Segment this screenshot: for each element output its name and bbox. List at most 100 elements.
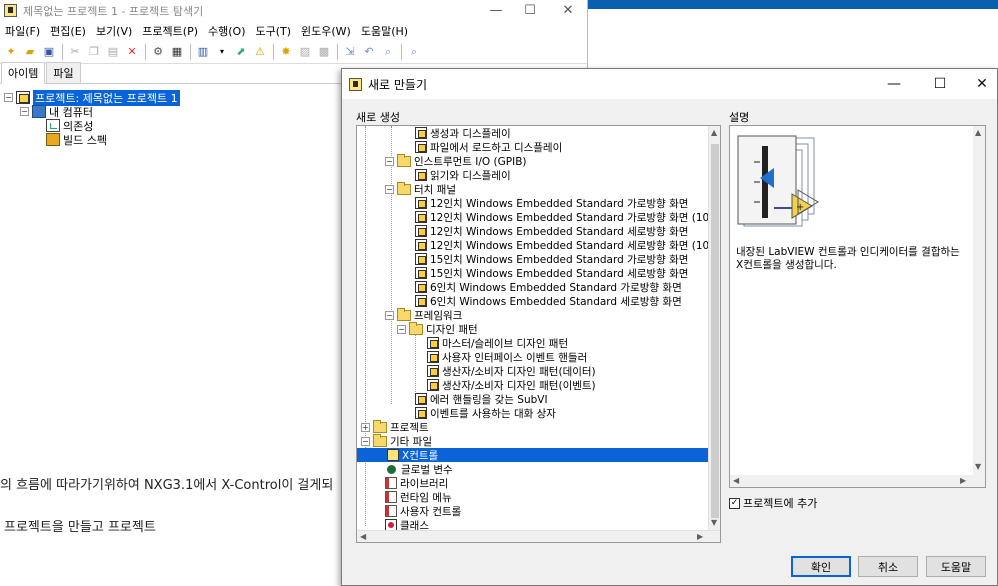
collapse-icon[interactable]: −	[385, 184, 394, 194]
folder-icon	[397, 307, 411, 321]
collapse-icon[interactable]: −	[20, 107, 29, 116]
save-icon[interactable]: ▣	[40, 43, 58, 61]
template-tree[interactable]: 생성과 디스플레이 파일에서 로드하고 디스플레이 − 인스트루먼트 I/O (G…	[356, 125, 721, 543]
tree-horizontal-scrollbar[interactable]: ◀ ▶	[357, 530, 720, 542]
labview-icon	[4, 4, 17, 17]
open-icon[interactable]: ▰	[21, 43, 39, 61]
collapse-icon[interactable]: −	[385, 156, 394, 166]
scroll-right-icon[interactable]: ▶	[697, 532, 703, 541]
cancel-button[interactable]: 취소	[858, 556, 918, 577]
tree-item-runtime-menu[interactable]: 런타임 메뉴	[385, 490, 452, 504]
scroll-right-icon[interactable]: ▶	[960, 476, 966, 485]
search-icon[interactable]: ⌕	[379, 43, 397, 61]
build-icon[interactable]: ⚙	[149, 43, 167, 61]
tree-item-xcontrol[interactable]: X컨트롤	[357, 448, 709, 462]
properties-icon[interactable]: ▨	[296, 43, 314, 61]
scroll-down-icon[interactable]: ▼	[711, 518, 717, 527]
scroll-down-icon[interactable]: ▼	[975, 462, 981, 471]
tab-items[interactable]: 아이템	[1, 62, 46, 84]
tree-folder[interactable]: − 기타 파일	[361, 433, 432, 448]
help-icon[interactable]: ⌕	[405, 43, 423, 61]
menu-view[interactable]: 보기(V)	[91, 23, 137, 39]
global-variable-icon	[387, 464, 396, 474]
menu-project[interactable]: 프로젝트(P)	[137, 23, 203, 39]
tree-item-vi[interactable]: 12인치 Windows Embedded Standard 가로방향 화면 (…	[415, 210, 709, 224]
vi-icon	[427, 379, 439, 391]
description-vertical-scrollbar[interactable]: ▲ ▼	[973, 126, 985, 475]
tree-vertical-scrollbar[interactable]: ▲ ▼	[708, 126, 720, 530]
expand-icon[interactable]: +	[361, 422, 370, 432]
tree-item-vi[interactable]: 읽기와 디스플레이	[415, 168, 511, 182]
tree-folder[interactable]: − 인스트루먼트 I/O (GPIB)	[385, 153, 527, 168]
tree-folder[interactable]: − 디자인 패턴	[397, 321, 478, 336]
tree-folder[interactable]: − 프레임워크	[385, 307, 462, 322]
vi-icon	[415, 211, 427, 223]
collapse-icon[interactable]: −	[361, 436, 370, 446]
collapse-icon[interactable]: −	[397, 324, 406, 334]
menu-operate[interactable]: 수행(O)	[203, 23, 250, 39]
dropdown-arrow-icon[interactable]: ▾	[213, 43, 231, 61]
tree-item-vi[interactable]: 6인치 Windows Embedded Standard 가로방향 화면	[415, 280, 682, 294]
tree-item-vi[interactable]: 생성과 디스플레이	[415, 126, 511, 140]
paste-icon[interactable]: ▤	[104, 43, 122, 61]
scrollbar-thumb[interactable]	[711, 144, 719, 518]
delete-icon[interactable]: ✕	[123, 43, 141, 61]
minimize-icon[interactable]: —	[871, 69, 917, 99]
filter-icon[interactable]: ▩	[315, 43, 333, 61]
menu-edit[interactable]: 편집(E)	[45, 23, 91, 39]
maximize-icon[interactable]: ☐	[917, 69, 963, 99]
tree-folder[interactable]: − 터치 패널	[385, 181, 456, 196]
vi-icon	[415, 295, 427, 307]
tree-item-vi[interactable]: 파일에서 로드하고 디스플레이	[415, 140, 562, 154]
tree-item-vi[interactable]: 이벤트를 사용하는 대화 상자	[415, 406, 556, 420]
scroll-left-icon[interactable]: ◀	[360, 532, 366, 541]
tree-item-vi[interactable]: 12인치 Windows Embedded Standard 세로방향 화면	[415, 224, 688, 238]
warning-icon[interactable]: ⚠	[251, 43, 269, 61]
tree-folder[interactable]: + 프로젝트	[361, 419, 429, 434]
menu-window[interactable]: 윈도우(W)	[296, 23, 356, 39]
tree-item-vi[interactable]: 15인치 Windows Embedded Standard 가로방향 화면	[415, 252, 688, 266]
tree-item-vi[interactable]: 12인치 Windows Embedded Standard 가로방향 화면	[415, 196, 688, 210]
tree-item-vi[interactable]: 6인치 Windows Embedded Standard 세로방향 화면	[415, 294, 682, 308]
description-horizontal-scrollbar[interactable]: ◀ ▶	[730, 475, 985, 487]
new-icon[interactable]: ✦	[2, 43, 20, 61]
tree-item-vi[interactable]: 생산자/소비자 디자인 패턴(데이터)	[427, 364, 596, 378]
background-text-line2: 프로젝트을 만들고 프로젝트	[4, 520, 156, 535]
collapse-icon[interactable]: −	[385, 310, 394, 320]
tree-item-vi[interactable]: 15인치 Windows Embedded Standard 세로방향 화면	[415, 266, 688, 280]
deploy-icon[interactable]: ⬈	[232, 43, 250, 61]
menu-file[interactable]: 파일(F)	[0, 23, 45, 39]
add-to-project-row[interactable]: ✓ 프로젝트에 추가	[729, 495, 817, 511]
tree-item-vi[interactable]: 마스터/슬레이브 디자인 패턴	[427, 336, 568, 350]
collapse-icon[interactable]: −	[4, 93, 13, 102]
scroll-up-icon[interactable]: ▲	[711, 128, 717, 137]
close-icon[interactable]: ✕	[550, 0, 586, 21]
save-all-icon[interactable]: ▦	[168, 43, 186, 61]
help-button[interactable]: 도움말	[926, 556, 986, 577]
add-to-project-label: 프로젝트에 추가	[743, 497, 818, 510]
menu-tools[interactable]: 도구(T)	[250, 23, 296, 39]
expand-icon[interactable]: ⇲	[341, 43, 359, 61]
scroll-left-icon[interactable]: ◀	[733, 476, 739, 485]
scroll-up-icon[interactable]: ▲	[975, 128, 981, 137]
maximize-icon[interactable]: ☐	[512, 0, 548, 21]
menu-help[interactable]: 도움말(H)	[356, 23, 413, 39]
undo-icon[interactable]: ↶	[360, 43, 378, 61]
tree-item-global[interactable]: 글로벌 변수	[385, 462, 453, 476]
tree-item-custom-control[interactable]: 사용자 컨트롤	[385, 504, 461, 518]
tree-item-vi[interactable]: 에러 핸들링을 갖는 SubVI	[415, 392, 548, 406]
ok-button[interactable]: 확인	[791, 556, 851, 577]
close-icon[interactable]: ✕	[959, 69, 998, 99]
cut-icon[interactable]: ✂	[66, 43, 84, 61]
tree-item-library[interactable]: 라이브러리	[385, 476, 448, 490]
copy-icon[interactable]: ❐	[85, 43, 103, 61]
settings-icon[interactable]: ✸	[277, 43, 295, 61]
view-options-icon[interactable]: ▥	[194, 43, 212, 61]
tab-files[interactable]: 파일	[46, 62, 81, 83]
tree-item-vi[interactable]: 사용자 인터페이스 이벤트 핸들러	[427, 350, 587, 364]
tree-item-vi[interactable]: 12인치 Windows Embedded Standard 세로방향 화면 (…	[415, 238, 709, 252]
add-to-project-checkbox[interactable]: ✓	[729, 497, 740, 509]
minimize-icon[interactable]: —	[478, 0, 514, 21]
tree-item-vi[interactable]: 생산자/소비자 디자인 패턴(이벤트)	[427, 378, 596, 392]
tree-item-build-spec[interactable]: 빌드 스펙	[46, 132, 107, 147]
